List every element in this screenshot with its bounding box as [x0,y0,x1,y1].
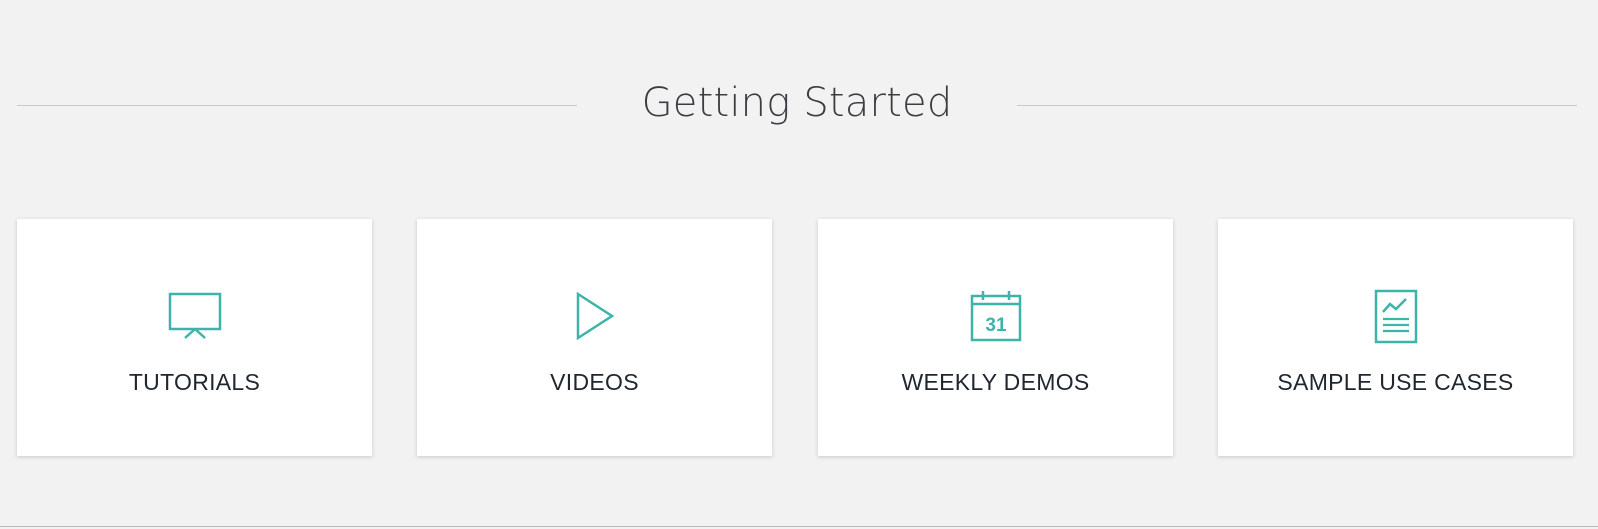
weekly-demos-card[interactable]: 31 WEEKLY DEMOS [818,219,1173,456]
weekly-demos-label: WEEKLY DEMOS [901,369,1090,395]
section-heading: Getting Started [0,78,1598,134]
getting-started-page: Getting Started TUTORIALS VIDEOS 31 WEEK… [0,0,1598,529]
section-title: Getting Started [641,80,953,126]
report-document-icon [1366,289,1426,344]
calendar-day-number: 31 [985,315,1007,336]
play-icon [565,289,625,343]
bottom-divider [0,526,1598,527]
sample-use-cases-label: SAMPLE USE CASES [1277,369,1514,395]
heading-divider-left [17,105,577,106]
videos-label: VIDEOS [550,369,639,395]
sample-use-cases-card[interactable]: SAMPLE USE CASES [1218,219,1573,456]
tutorials-label: TUTORIALS [128,369,261,395]
heading-divider-right [1017,105,1577,106]
tutorials-card[interactable]: TUTORIALS [17,219,372,456]
presentation-board-icon [165,289,225,343]
calendar-icon: 31 [966,289,1026,343]
videos-card[interactable]: VIDEOS [417,219,772,456]
